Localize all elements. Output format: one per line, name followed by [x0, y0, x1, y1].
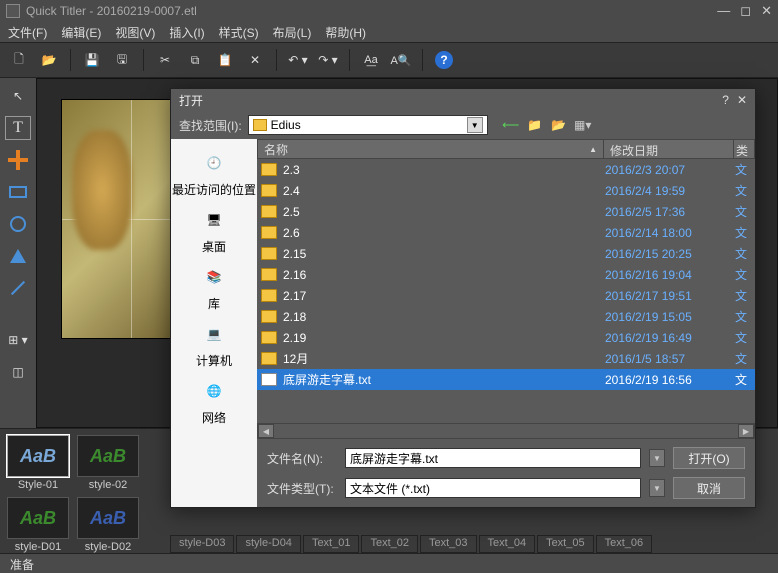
- misc-tool[interactable]: ◫: [6, 360, 30, 384]
- style-item[interactable]: AaBstyle-D02: [76, 497, 140, 553]
- cancel-button[interactable]: 取消: [673, 477, 745, 499]
- style-tabs: style-D03style-D04Text_01Text_02Text_03T…: [170, 535, 770, 553]
- copy-icon[interactable]: ⧉: [182, 47, 208, 73]
- style-tab[interactable]: Text_05: [537, 535, 594, 553]
- file-row[interactable]: 2.162016/2/16 19:04文: [257, 264, 755, 285]
- dialog-titlebar: 打开 ? ✕: [171, 89, 755, 111]
- up-icon[interactable]: 📁: [526, 117, 544, 133]
- style-tab[interactable]: Text_01: [303, 535, 360, 553]
- dialog-title: 打开: [179, 92, 203, 109]
- style-item[interactable]: AaBStyle-01: [6, 435, 70, 491]
- file-row[interactable]: 12月2016/1/5 18:57文: [257, 348, 755, 369]
- save-icon[interactable]: 💾: [79, 47, 105, 73]
- file-row[interactable]: 2.52016/2/5 17:36文: [257, 201, 755, 222]
- file-row[interactable]: 2.62016/2/14 18:00文: [257, 222, 755, 243]
- textsearch-icon[interactable]: A🔍: [388, 47, 414, 73]
- folder-icon: [253, 119, 267, 131]
- file-row[interactable]: 2.42016/2/4 19:59文: [257, 180, 755, 201]
- close-button[interactable]: ✕: [761, 3, 772, 19]
- cut-icon[interactable]: ✂: [152, 47, 178, 73]
- file-row[interactable]: 2.182016/2/19 15:05文: [257, 306, 755, 327]
- filetype-input[interactable]: 文本文件 (*.txt): [345, 478, 641, 498]
- rect-tool[interactable]: [6, 180, 30, 204]
- places-bar: 🕘最近访问的位置 🖥桌面 📚库 💻计算机 🌐网络: [171, 139, 257, 507]
- file-row[interactable]: 2.32016/2/3 20:07文: [257, 159, 755, 180]
- app-title: Quick Titler - 20160219-0007.etl: [26, 4, 197, 18]
- new-icon[interactable]: 🗋: [6, 47, 32, 73]
- file-list: 名称▲ 修改日期 类 2.32016/2/3 20:07文2.42016/2/4…: [257, 139, 755, 507]
- column-date[interactable]: 修改日期: [604, 140, 734, 158]
- lookin-value: Edius: [271, 118, 301, 132]
- filename-label: 文件名(N):: [267, 450, 337, 467]
- place-item[interactable]: 🖥桌面: [198, 204, 230, 255]
- open-button[interactable]: 打开(O): [673, 447, 745, 469]
- help-icon[interactable]: ?: [431, 47, 457, 73]
- dialog-help-icon[interactable]: ?: [722, 93, 729, 107]
- align-tool[interactable]: ⊞ ▾: [6, 328, 30, 352]
- style-item[interactable]: AaBstyle-D01: [6, 497, 70, 553]
- style-tab[interactable]: Text_02: [361, 535, 418, 553]
- file-row[interactable]: 底屏游走字幕.txt2016/2/19 16:56文: [257, 369, 755, 390]
- minimize-button[interactable]: —: [717, 3, 730, 19]
- menu-file[interactable]: 文件(F): [8, 24, 47, 41]
- filetype-dropdown[interactable]: ▼: [649, 479, 665, 497]
- h-scrollbar[interactable]: ◀▶: [257, 423, 755, 439]
- place-item[interactable]: 🌐网络: [198, 375, 230, 426]
- style-tab[interactable]: style-D04: [236, 535, 300, 553]
- menubar: 文件(F) 编辑(E) 视图(V) 插入(I) 样式(S) 布局(L) 帮助(H…: [0, 22, 778, 42]
- style-tab[interactable]: Text_03: [420, 535, 477, 553]
- column-type[interactable]: 类: [734, 140, 754, 158]
- textfit-icon[interactable]: A͟a: [358, 47, 384, 73]
- style-tab[interactable]: style-D03: [170, 535, 234, 553]
- lookin-label: 查找范围(I):: [179, 117, 242, 134]
- back-icon[interactable]: ⟵: [502, 117, 520, 133]
- newfolder-icon[interactable]: 📂: [550, 117, 568, 133]
- menu-edit[interactable]: 编辑(E): [61, 24, 101, 41]
- style-tab[interactable]: Text_04: [479, 535, 536, 553]
- statusbar: 准备: [0, 553, 778, 573]
- views-icon[interactable]: ▦▾: [574, 117, 592, 133]
- menu-insert[interactable]: 插入(I): [169, 24, 204, 41]
- paste-icon[interactable]: 📋: [212, 47, 238, 73]
- filename-input[interactable]: 底屏游走字幕.txt: [345, 448, 641, 468]
- dialog-close-icon[interactable]: ✕: [737, 93, 747, 107]
- maximize-button[interactable]: ◻: [740, 3, 751, 19]
- style-item[interactable]: AaBstyle-02: [76, 435, 140, 491]
- menu-layout[interactable]: 布局(L): [273, 24, 312, 41]
- pointer-tool[interactable]: ↖: [6, 84, 30, 108]
- open-icon[interactable]: 📂: [36, 47, 62, 73]
- file-row[interactable]: 2.172016/2/17 19:51文: [257, 285, 755, 306]
- menu-style[interactable]: 样式(S): [219, 24, 259, 41]
- file-list-header[interactable]: 名称▲ 修改日期 类: [257, 139, 755, 159]
- tool-palette: ↖ T ⊞ ▾ ◫: [0, 78, 36, 428]
- redo-icon[interactable]: ↷ ▾: [315, 47, 341, 73]
- triangle-tool[interactable]: [6, 244, 30, 268]
- toolbar: 🗋 📂 💾 🖫 ✂ ⧉ 📋 ✕ ↶ ▾ ↷ ▾ A͟a A🔍 ?: [0, 42, 778, 78]
- app-icon: [6, 4, 20, 18]
- place-item[interactable]: 🕘最近访问的位置: [172, 147, 256, 198]
- filetype-label: 文件类型(T):: [267, 480, 337, 497]
- open-dialog: 打开 ? ✕ 查找范围(I): Edius ▼ ⟵ 📁 📂 ▦▾ 🕘最近访问的位…: [170, 88, 756, 508]
- style-tab[interactable]: Text_06: [596, 535, 653, 553]
- crosshair-tool[interactable]: [6, 148, 30, 172]
- place-item[interactable]: 💻计算机: [196, 318, 232, 369]
- saveas-icon[interactable]: 🖫: [109, 47, 135, 73]
- undo-icon[interactable]: ↶ ▾: [285, 47, 311, 73]
- text-tool[interactable]: T: [5, 116, 31, 140]
- column-name[interactable]: 名称▲: [258, 140, 604, 158]
- line-tool[interactable]: [6, 276, 30, 300]
- menu-view[interactable]: 视图(V): [115, 24, 155, 41]
- lookin-combo[interactable]: Edius ▼: [248, 115, 488, 135]
- file-row[interactable]: 2.152016/2/15 20:25文: [257, 243, 755, 264]
- filename-dropdown[interactable]: ▼: [649, 449, 665, 467]
- place-item[interactable]: 📚库: [198, 261, 230, 312]
- circle-tool[interactable]: [6, 212, 30, 236]
- menu-help[interactable]: 帮助(H): [325, 24, 366, 41]
- file-row[interactable]: 2.192016/2/19 16:49文: [257, 327, 755, 348]
- delete-icon[interactable]: ✕: [242, 47, 268, 73]
- titlebar: Quick Titler - 20160219-0007.etl — ◻ ✕: [0, 0, 778, 22]
- chevron-down-icon[interactable]: ▼: [467, 117, 483, 133]
